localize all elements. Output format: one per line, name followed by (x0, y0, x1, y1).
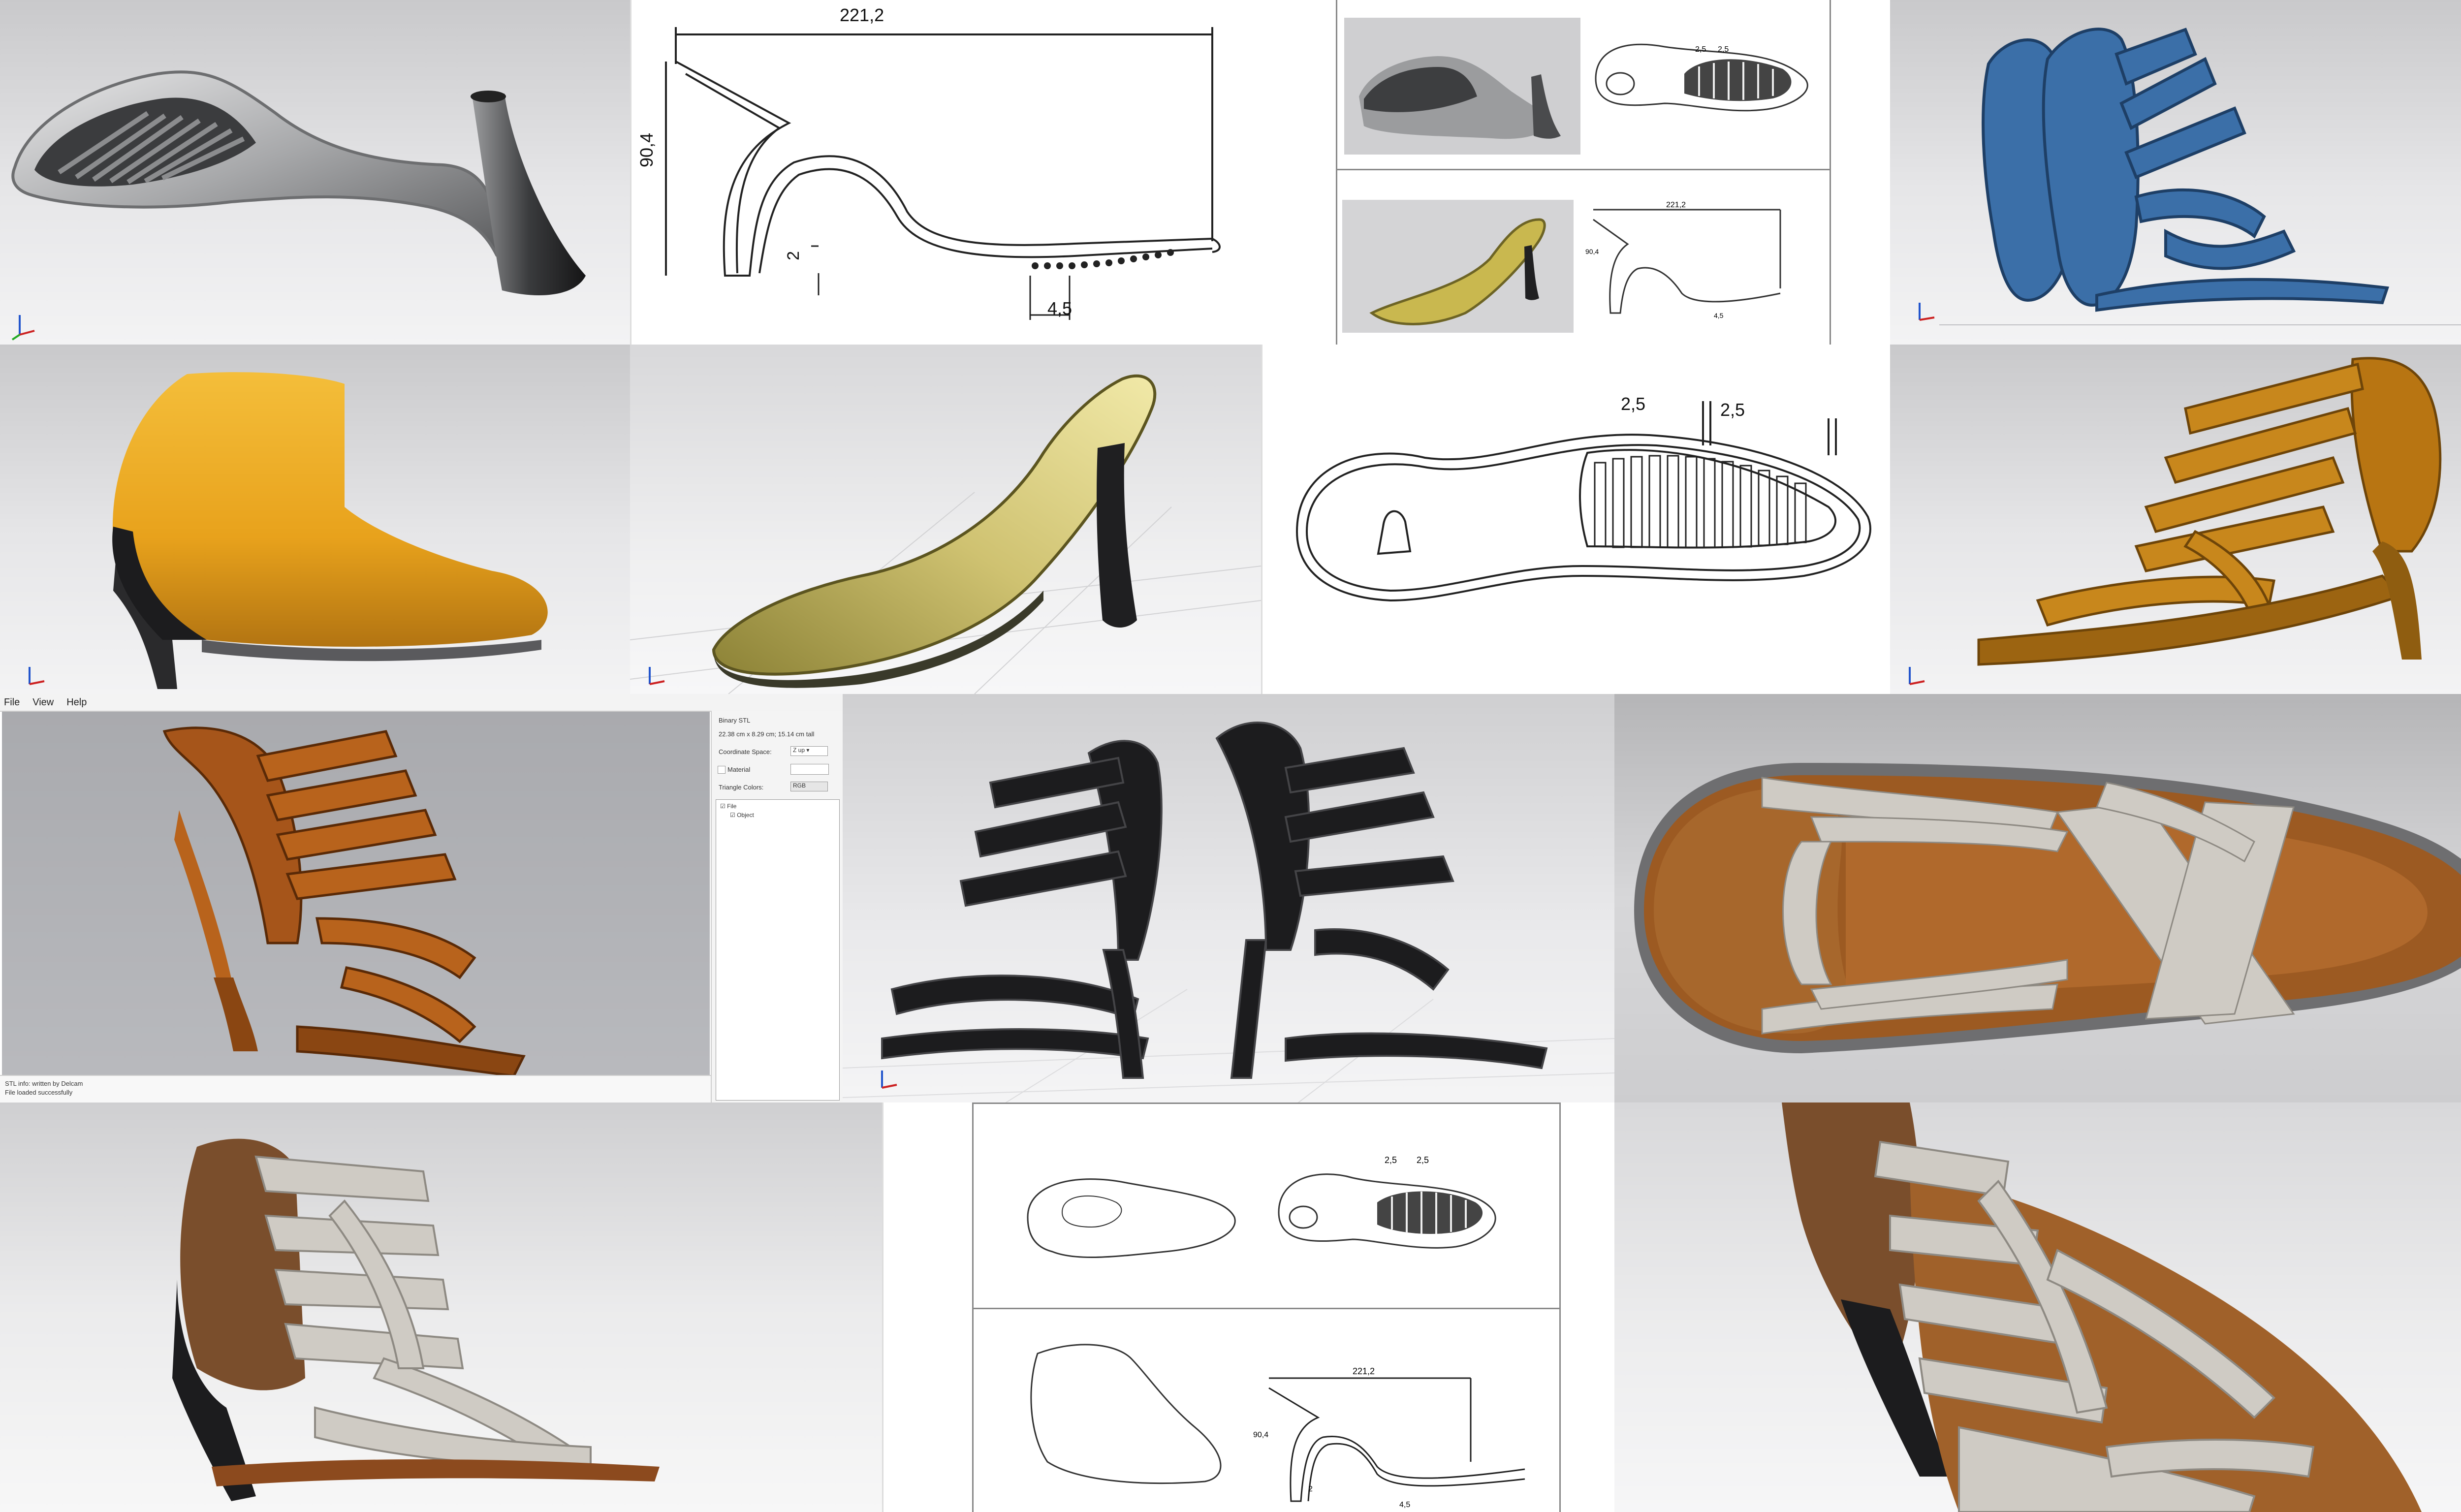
sheet1-panel-top: 2,5 2,5 (1336, 0, 1831, 172)
viewer-properties-panel: Binary STL 22.38 cm x 8.29 cm; 15.14 cm … (711, 711, 843, 1107)
axis-triad-icon (29, 667, 45, 685)
viewer-menu-bar: File View Help (0, 694, 843, 712)
grey-strap-sandal-shape (172, 1138, 660, 1501)
render-sole-heel-grey (0, 0, 630, 345)
sheet2-dim-heel-tip: 2 (1308, 1485, 1313, 1493)
dimension-heel-tip: 2 (784, 251, 803, 260)
stl-viewer-window: File View Help Binary STL 22.38 cm x 8.2… (0, 694, 843, 1112)
render-sandal-top-view (1614, 694, 2461, 1102)
sheet1-panel-bottom: 221,2 90,4 4,5 (1336, 169, 1831, 345)
render-gold-strappy-sandal (1890, 345, 2461, 694)
sheet2-last-side-outline (1030, 1344, 1222, 1484)
object-tree[interactable]: ☑ File ☑ Object (716, 799, 840, 1101)
prop-file-type: Binary STL (719, 717, 751, 724)
dimension-offset-a: 2,5 (1621, 394, 1646, 414)
drawing-side-profile: 221,2 90,4 2 4,5 (630, 0, 1262, 345)
render-grey-strap-sandal-closeup (1614, 1102, 2461, 1512)
tree-root[interactable]: ☑ File (720, 803, 736, 810)
coord-space-select[interactable]: Z up ▾ (790, 746, 828, 756)
triangle-colors-field[interactable]: RGB (790, 782, 828, 791)
material-checkbox[interactable] (718, 766, 726, 774)
gold-insole-shape (630, 374, 1261, 694)
sheet2-dim-offset-a: 2,5 (1385, 1155, 1397, 1165)
thumb-dim-height: 90,4 (1585, 248, 1599, 255)
prop-coord-label: Coordinate Space: (719, 748, 772, 756)
side-profile-lines (665, 27, 1221, 320)
axis-triad-icon (1919, 303, 1935, 321)
thumb-side-profile-drawing: 221,2 90,4 4,5 (1585, 201, 1781, 319)
render-gold-insole (630, 345, 1261, 694)
sheet2-dim-height: 90,4 (1253, 1431, 1268, 1439)
sheet2-panel-top: 2,5 2,5 (972, 1102, 1561, 1312)
thumb-dim-sole-gap: 4,5 (1714, 312, 1724, 319)
sheet2-panel-bottom: 221,2 90,4 2 4,5 (972, 1308, 1561, 1512)
thumb-dim-a: 2,5 (1695, 45, 1706, 54)
dimension-sole-gap: 4,5 (1047, 298, 1073, 318)
axis-triad-icon (1909, 667, 1925, 685)
shank-heel-render (11, 70, 586, 341)
sheet2-side-profile: 221,2 90,4 2 4,5 (1253, 1366, 1525, 1509)
technical-sheet-1: 2,5 2,5 221,2 90,4 4,5 (1261, 0, 1890, 345)
menu-view[interactable]: View (32, 697, 54, 708)
grey-strap-closeup-shape (1782, 1102, 2422, 1512)
prop-dimensions: 22.38 cm x 8.29 cm; 15.14 cm tall (719, 730, 815, 738)
material-field[interactable] (790, 764, 829, 775)
thumb-grey-sole (1344, 18, 1580, 155)
dimension-height: 90,4 (636, 132, 657, 167)
tree-child[interactable]: ☑ Object (730, 812, 754, 819)
sandal-top-view-shape (1634, 763, 2461, 1053)
sole-top-view-lines (1295, 401, 1871, 602)
render-gold-bootie (0, 345, 630, 694)
thumb-dim-b: 2,5 (1718, 45, 1729, 54)
drawing-sole-top-view: 2,5 2,5 (1261, 345, 1892, 694)
sheet2-dim-offset-b: 2,5 (1417, 1155, 1429, 1165)
menu-help[interactable]: Help (66, 697, 87, 708)
status-line-2: File loaded successfully (5, 1089, 73, 1096)
sheet2-last-outline (1027, 1178, 1236, 1259)
render-grey-strap-sandal (0, 1102, 882, 1512)
prop-triangle-label: Triangle Colors: (719, 784, 764, 791)
axis-triad-icon (11, 315, 35, 341)
thumb-gold-insole (1342, 200, 1574, 333)
prop-material-label: Material (727, 766, 751, 773)
render-black-sandal-pair (843, 694, 1614, 1112)
axis-triad-icon (881, 1071, 897, 1089)
sheet2-dim-length: 221,2 (1353, 1366, 1375, 1376)
sheet2-dim-sole-gap: 4,5 (1399, 1501, 1410, 1509)
render-blue-sandal (1890, 0, 2461, 345)
thumb-sole-outline-drawing: 2,5 2,5 (1595, 43, 1808, 112)
dimension-length: 221,2 (840, 5, 884, 25)
dimension-offset-b: 2,5 (1720, 400, 1745, 420)
coord-space-value: Z up (793, 747, 805, 754)
viewer-viewport[interactable] (2, 712, 710, 1091)
gold-bootie-shape (29, 372, 548, 689)
tan-sandal-shape (162, 726, 526, 1077)
technical-sheet-2: 2,5 2,5 221,2 90,4 2 4,5 (882, 1102, 1616, 1512)
black-sandal-pair-shape (843, 721, 1614, 1112)
blue-sandal-shape (1919, 28, 2461, 325)
status-line-1: STL info: written by Delcam (5, 1080, 83, 1087)
thumb-dim-length: 221,2 (1666, 201, 1686, 209)
menu-file[interactable]: File (4, 697, 20, 708)
sheet2-sole-outline: 2,5 2,5 (1278, 1155, 1496, 1249)
gold-strappy-sandal-shape (1909, 357, 2442, 685)
